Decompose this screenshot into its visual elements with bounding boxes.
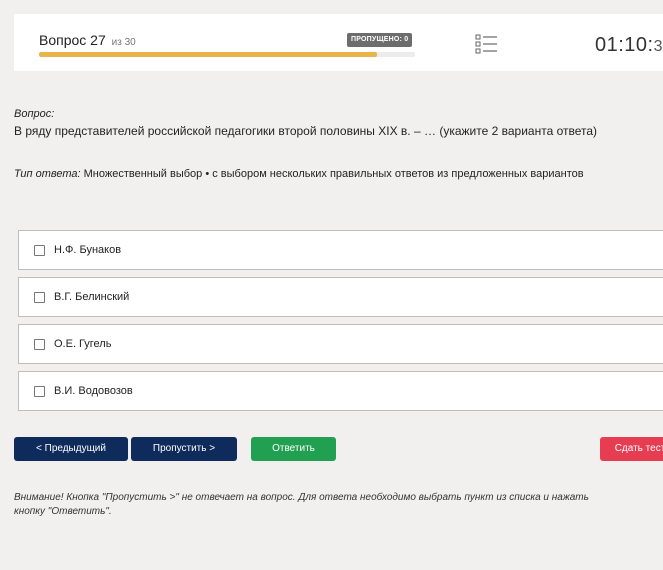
- timer-main: 01:10:: [595, 34, 654, 56]
- answer-option[interactable]: О.Е. Гугель: [18, 324, 663, 364]
- answer-options: Н.Ф. Бунаков В.Г. Белинский О.Е. Гугель …: [18, 230, 663, 418]
- option-label: В.Г. Белинский: [54, 291, 130, 303]
- timer: 01:10:34: [595, 34, 663, 57]
- skipped-badge: ПРОПУЩЕНО: 0: [347, 33, 413, 47]
- question-number: Вопрос 27: [39, 32, 106, 48]
- progress-fill: [39, 52, 378, 57]
- question-counter: Вопрос 27 из 30: [39, 32, 136, 48]
- previous-button[interactable]: < Предыдущий: [14, 437, 128, 461]
- skip-button[interactable]: Пропустить >: [131, 437, 237, 461]
- checkbox[interactable]: [34, 292, 45, 303]
- finish-test-button[interactable]: Сдать тест: [600, 437, 663, 461]
- option-label: В.И. Водовозов: [54, 385, 133, 397]
- checkbox[interactable]: [34, 339, 45, 350]
- question-text: В ряду представителей российской педагог…: [14, 124, 598, 138]
- answer-type: Тип ответа: Множественный выбор • с выбо…: [14, 168, 584, 180]
- answer-option[interactable]: В.И. Водовозов: [18, 371, 663, 411]
- test-header: Вопрос 27 из 30 ПРОПУЩЕНО: 0 01:10:34: [14, 14, 663, 71]
- question-label: Вопрос:: [14, 108, 55, 120]
- option-label: О.Е. Гугель: [54, 338, 112, 350]
- checkbox[interactable]: [34, 245, 45, 256]
- progress-bar: [39, 52, 415, 57]
- question-total: из 30: [111, 37, 136, 48]
- answer-button[interactable]: Ответить: [251, 437, 336, 461]
- option-label: Н.Ф. Бунаков: [54, 244, 122, 256]
- answer-type-value: Множественный выбор • с выбором нескольк…: [83, 168, 584, 180]
- checkbox[interactable]: [34, 386, 45, 397]
- list-icon[interactable]: [475, 34, 499, 54]
- answer-option[interactable]: В.Г. Белинский: [18, 277, 663, 317]
- skip-warning: Внимание! Кнопка "Пропустить >" не отвеч…: [14, 492, 589, 517]
- timer-seconds: 34: [653, 38, 663, 55]
- answer-option[interactable]: Н.Ф. Бунаков: [18, 230, 663, 270]
- answer-type-label: Тип ответа:: [14, 168, 81, 180]
